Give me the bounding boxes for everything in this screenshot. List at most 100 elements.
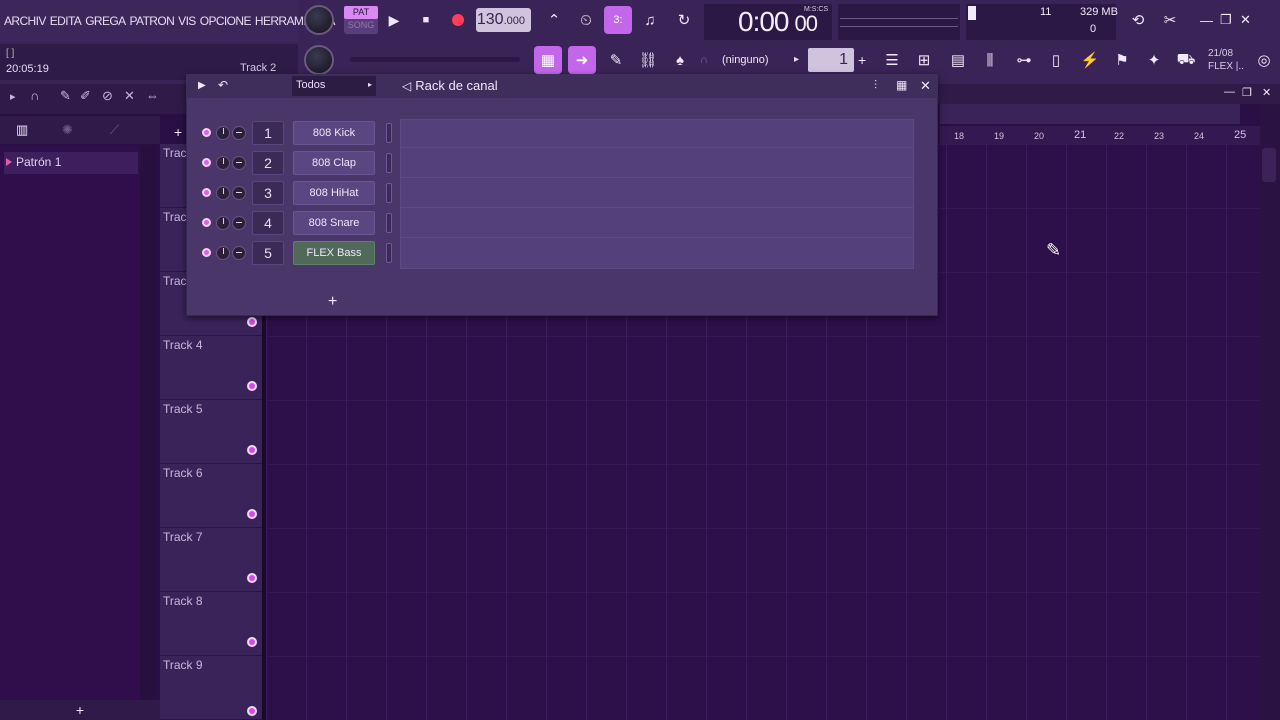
- menu-edit[interactable]: EDITA: [50, 14, 82, 28]
- tempo-slider[interactable]: [350, 57, 520, 62]
- stop-button[interactable]: ■: [412, 6, 440, 34]
- channel-volume-knob[interactable]: [232, 156, 246, 170]
- tempo-display[interactable]: 130.000: [476, 8, 531, 32]
- undo-icon[interactable]: ⟲: [1124, 6, 1152, 34]
- wait-input-icon[interactable]: ⏲: [572, 6, 600, 34]
- channel-volume-knob[interactable]: [232, 126, 246, 140]
- piano-roll-icon[interactable]: ⊞: [910, 46, 938, 74]
- channel-name-button[interactable]: 808 HiHat: [293, 181, 375, 205]
- pattern-selector[interactable]: (ninguno): [716, 48, 792, 72]
- pattern-number[interactable]: 1: [808, 48, 854, 72]
- file-icon[interactable]: ▯: [1042, 46, 1070, 74]
- channel-pan-knob[interactable]: [216, 186, 230, 200]
- channel-select-indicator[interactable]: [386, 153, 392, 173]
- master-volume-knob[interactable]: [304, 5, 334, 35]
- menu-add[interactable]: GREGA: [85, 14, 126, 28]
- channel-mixer-track[interactable]: 2: [252, 151, 284, 175]
- loop-record-icon[interactable]: ↻: [670, 6, 698, 34]
- channel-rack-icon[interactable]: ▤: [944, 46, 972, 74]
- cart-icon[interactable]: ⛟: [1172, 46, 1200, 74]
- timeline-ruler[interactable]: [940, 126, 1260, 144]
- step-edit-icon[interactable]: 3:: [604, 6, 632, 34]
- close-icon[interactable]: ✕: [1240, 12, 1251, 28]
- channel-select-indicator[interactable]: [386, 183, 392, 203]
- channel-pan-knob[interactable]: [216, 126, 230, 140]
- tab-automation-icon[interactable]: ⟋: [110, 122, 119, 138]
- stamp-icon[interactable]: ♠: [666, 46, 694, 74]
- rack-menu-icon[interactable]: ▶: [198, 80, 206, 91]
- channel-mixer-track[interactable]: 4: [252, 211, 284, 235]
- track-enable-led[interactable]: [247, 637, 257, 647]
- channel-mixer-track[interactable]: 5: [252, 241, 284, 265]
- slip-icon[interactable]: ⇔: [146, 88, 159, 103]
- add-pattern-icon[interactable]: +: [858, 52, 866, 68]
- track-header[interactable]: Track 8: [160, 592, 262, 656]
- picker-icon[interactable]: ⚑: [1108, 46, 1136, 74]
- master-pitch-knob[interactable]: [304, 45, 334, 75]
- channel-mute-led[interactable]: [202, 188, 211, 197]
- track-enable-led[interactable]: [247, 445, 257, 455]
- playlist-scroll-top[interactable]: [940, 104, 1240, 124]
- track-header[interactable]: Track 5: [160, 400, 262, 464]
- plugin-icon[interactable]: ⚡: [1076, 46, 1104, 74]
- track-enable-led[interactable]: [247, 509, 257, 519]
- channel-mute-led[interactable]: [202, 158, 211, 167]
- globe-icon[interactable]: ◎: [1250, 46, 1278, 74]
- channel-volume-knob[interactable]: [232, 216, 246, 230]
- playlist-close-icon[interactable]: ✕: [1262, 86, 1271, 99]
- track-enable-led[interactable]: [247, 573, 257, 583]
- headphone-icon[interactable]: ∩: [700, 54, 708, 66]
- pen-icon[interactable]: ✎: [602, 46, 630, 74]
- pencil-icon[interactable]: ✎: [60, 88, 71, 104]
- channel-select-indicator[interactable]: [386, 123, 392, 143]
- playlist-scrollbar[interactable]: [1260, 104, 1280, 720]
- track-header[interactable]: Track 7: [160, 528, 262, 592]
- track-header[interactable]: Track 4: [160, 336, 262, 400]
- channel-mute-led[interactable]: [202, 128, 211, 137]
- channel-pan-knob[interactable]: [216, 216, 230, 230]
- magnet-icon[interactable]: ∩: [30, 88, 39, 103]
- mixer-icon[interactable]: ⫼: [976, 46, 1004, 74]
- browser-expand-icon[interactable]: ▸: [10, 90, 16, 103]
- playlist-scroll-thumb[interactable]: [1262, 148, 1276, 182]
- channel-name-button[interactable]: 808 Clap: [293, 151, 375, 175]
- playlist-add-track-icon[interactable]: +: [174, 124, 182, 140]
- rack-close-icon[interactable]: ✕: [920, 78, 931, 94]
- metronome-icon[interactable]: ⌃: [540, 6, 568, 34]
- channel-mixer-track[interactable]: 1: [252, 121, 284, 145]
- tools-icon[interactable]: ✂: [1156, 6, 1184, 34]
- track-enable-led[interactable]: [247, 317, 257, 327]
- add-channel-button[interactable]: +: [328, 293, 337, 311]
- menu-file[interactable]: ARCHIV: [4, 14, 46, 28]
- channel-name-button[interactable]: FLEX Bass: [293, 241, 375, 265]
- restore-icon[interactable]: ❐: [1220, 12, 1232, 28]
- track-enable-led[interactable]: [247, 706, 257, 716]
- pat-song-toggle[interactable]: PAT SONG: [344, 6, 378, 34]
- channel-mixer-track[interactable]: 3: [252, 181, 284, 205]
- chevron-right-icon[interactable]: ▸: [794, 54, 799, 65]
- track-enable-led[interactable]: [247, 381, 257, 391]
- play-button[interactable]: ▶: [380, 6, 408, 34]
- record-button[interactable]: [444, 6, 472, 34]
- piano-roll-snap-icon[interactable]: ▦: [534, 46, 562, 74]
- browser-item-pattern[interactable]: Patrón 1: [4, 152, 138, 174]
- browser-icon[interactable]: ⊶: [1010, 46, 1038, 74]
- channel-mute-led[interactable]: [202, 218, 211, 227]
- channel-name-button[interactable]: 808 Snare: [293, 211, 375, 235]
- channel-volume-knob[interactable]: [232, 246, 246, 260]
- grid-icon[interactable]: ▦: [896, 78, 907, 92]
- channel-volume-knob[interactable]: [232, 186, 246, 200]
- tab-audio-icon[interactable]: ✺: [62, 122, 73, 138]
- tab-piano-icon[interactable]: ▥: [16, 122, 28, 138]
- channel-mute-led[interactable]: [202, 248, 211, 257]
- track-header[interactable]: Track 6: [160, 464, 262, 528]
- channel-pan-knob[interactable]: [216, 246, 230, 260]
- track-header[interactable]: Track 9: [160, 656, 262, 720]
- menu-pattern[interactable]: PATRON: [130, 14, 175, 28]
- menu-view[interactable]: VIS: [178, 14, 196, 28]
- menu-options[interactable]: OPCIONE: [200, 14, 252, 28]
- rack-swing-icon[interactable]: ↶: [218, 78, 228, 92]
- channel-name-button[interactable]: 808 Kick: [293, 121, 375, 145]
- browser-add-button[interactable]: +: [0, 700, 160, 720]
- playlist-restore-icon[interactable]: ❐: [1242, 86, 1252, 99]
